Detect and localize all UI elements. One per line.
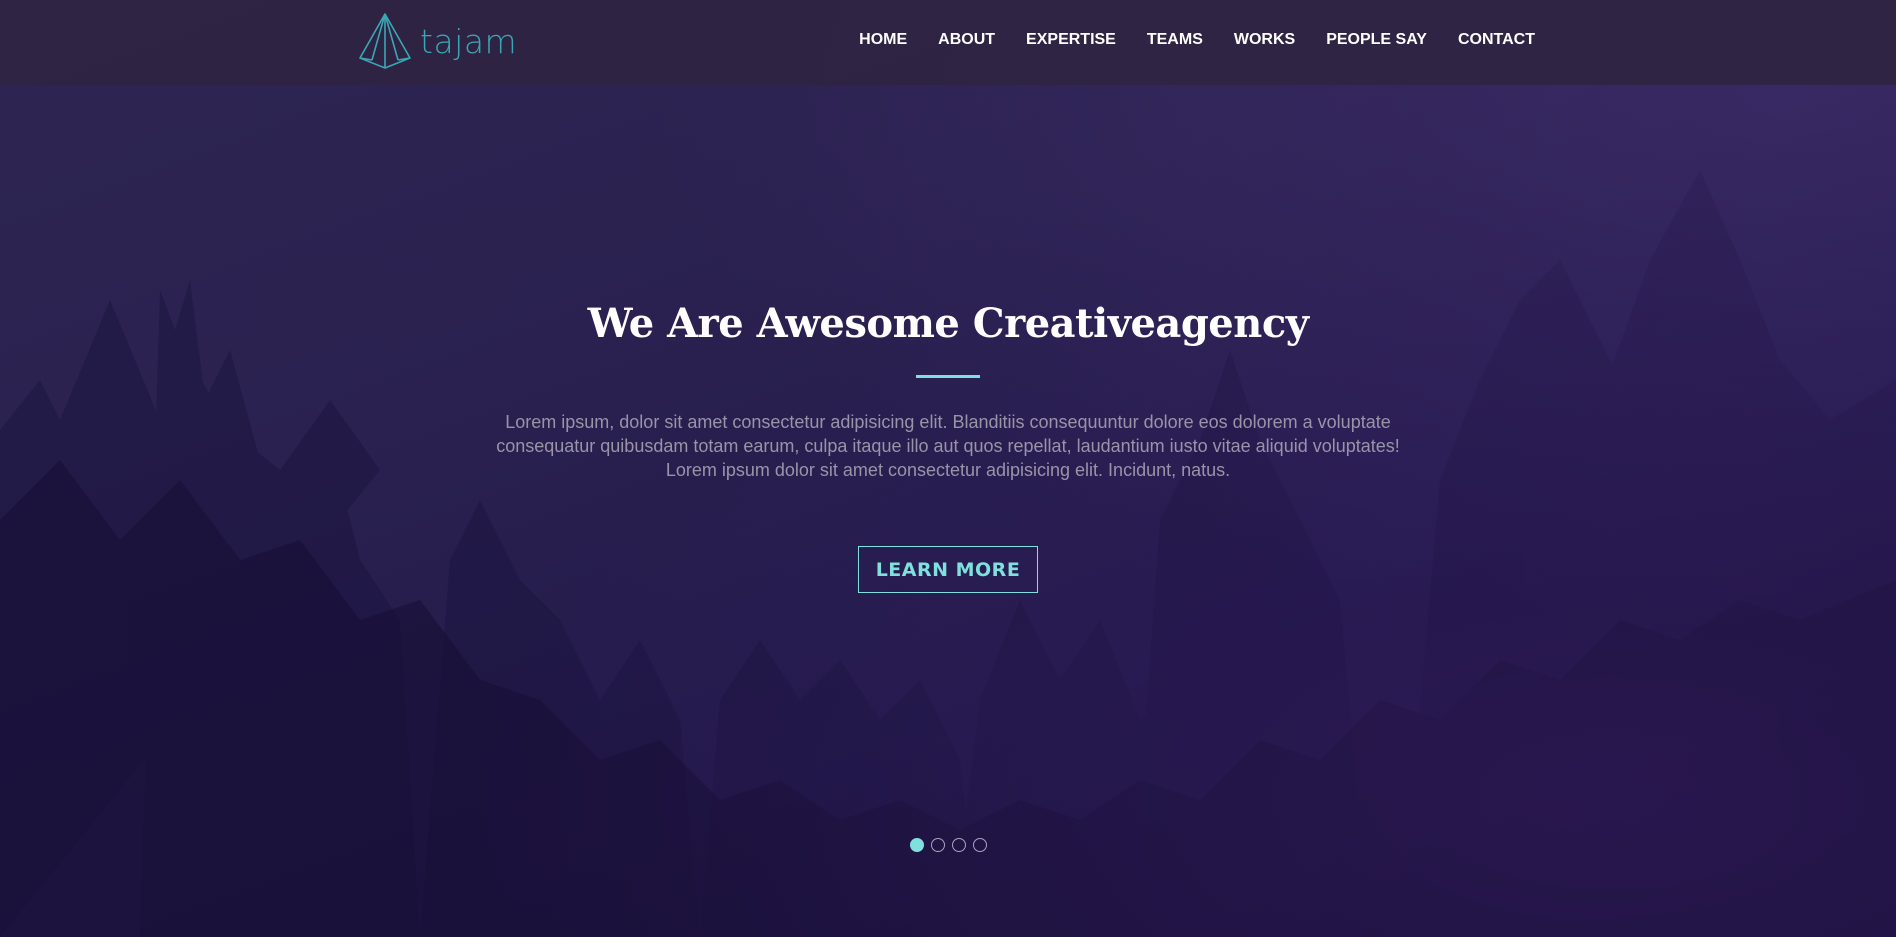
learn-more-button[interactable]: LEARN MORE xyxy=(857,546,1039,593)
slider-dot-2[interactable] xyxy=(931,838,945,852)
nav-link-teams[interactable]: TEAMS xyxy=(1147,31,1203,48)
nav-item-expertise: EXPERTISE xyxy=(1026,31,1116,49)
slider-dots xyxy=(910,838,987,852)
nav-link-expertise[interactable]: EXPERTISE xyxy=(1026,31,1116,48)
nav-link-home[interactable]: HOME xyxy=(859,31,907,48)
slider-dot-1[interactable] xyxy=(910,838,924,852)
nav-item-teams: TEAMS xyxy=(1147,31,1203,49)
nav-item-works: WORKS xyxy=(1234,31,1295,49)
nav-item-people-say: PEOPLE SAY xyxy=(1326,31,1427,49)
nav-link-works[interactable]: WORKS xyxy=(1234,31,1295,48)
brand-name: tajam xyxy=(420,21,518,61)
slider-dot-4[interactable] xyxy=(973,838,987,852)
nav-link-people-say[interactable]: PEOPLE SAY xyxy=(1326,31,1427,48)
hero-title: We Are Awesome Creativeagency xyxy=(587,300,1309,347)
nav-link-about[interactable]: ABOUT xyxy=(938,31,995,48)
pyramid-icon xyxy=(359,13,411,69)
slider-dot-3[interactable] xyxy=(952,838,966,852)
nav-item-home: HOME xyxy=(859,31,907,49)
nav-item-contact: CONTACT xyxy=(1458,31,1535,49)
page: tajam HOME ABOUT EXPERTISE TEAMS WORKS P… xyxy=(0,0,1896,937)
main-nav: HOME ABOUT EXPERTISE TEAMS WORKS PEOPLE … xyxy=(859,0,1535,80)
nav-link-contact[interactable]: CONTACT xyxy=(1458,31,1535,48)
hero-description: Lorem ipsum, dolor sit amet consectetur … xyxy=(496,412,1400,480)
navbar: tajam HOME ABOUT EXPERTISE TEAMS WORKS P… xyxy=(0,0,1896,85)
brand-logo[interactable]: tajam xyxy=(358,12,517,70)
title-divider xyxy=(916,375,980,378)
hero-section: We Are Awesome Creativeagency Lorem ipsu… xyxy=(0,300,1896,593)
nav-item-about: ABOUT xyxy=(938,31,995,49)
